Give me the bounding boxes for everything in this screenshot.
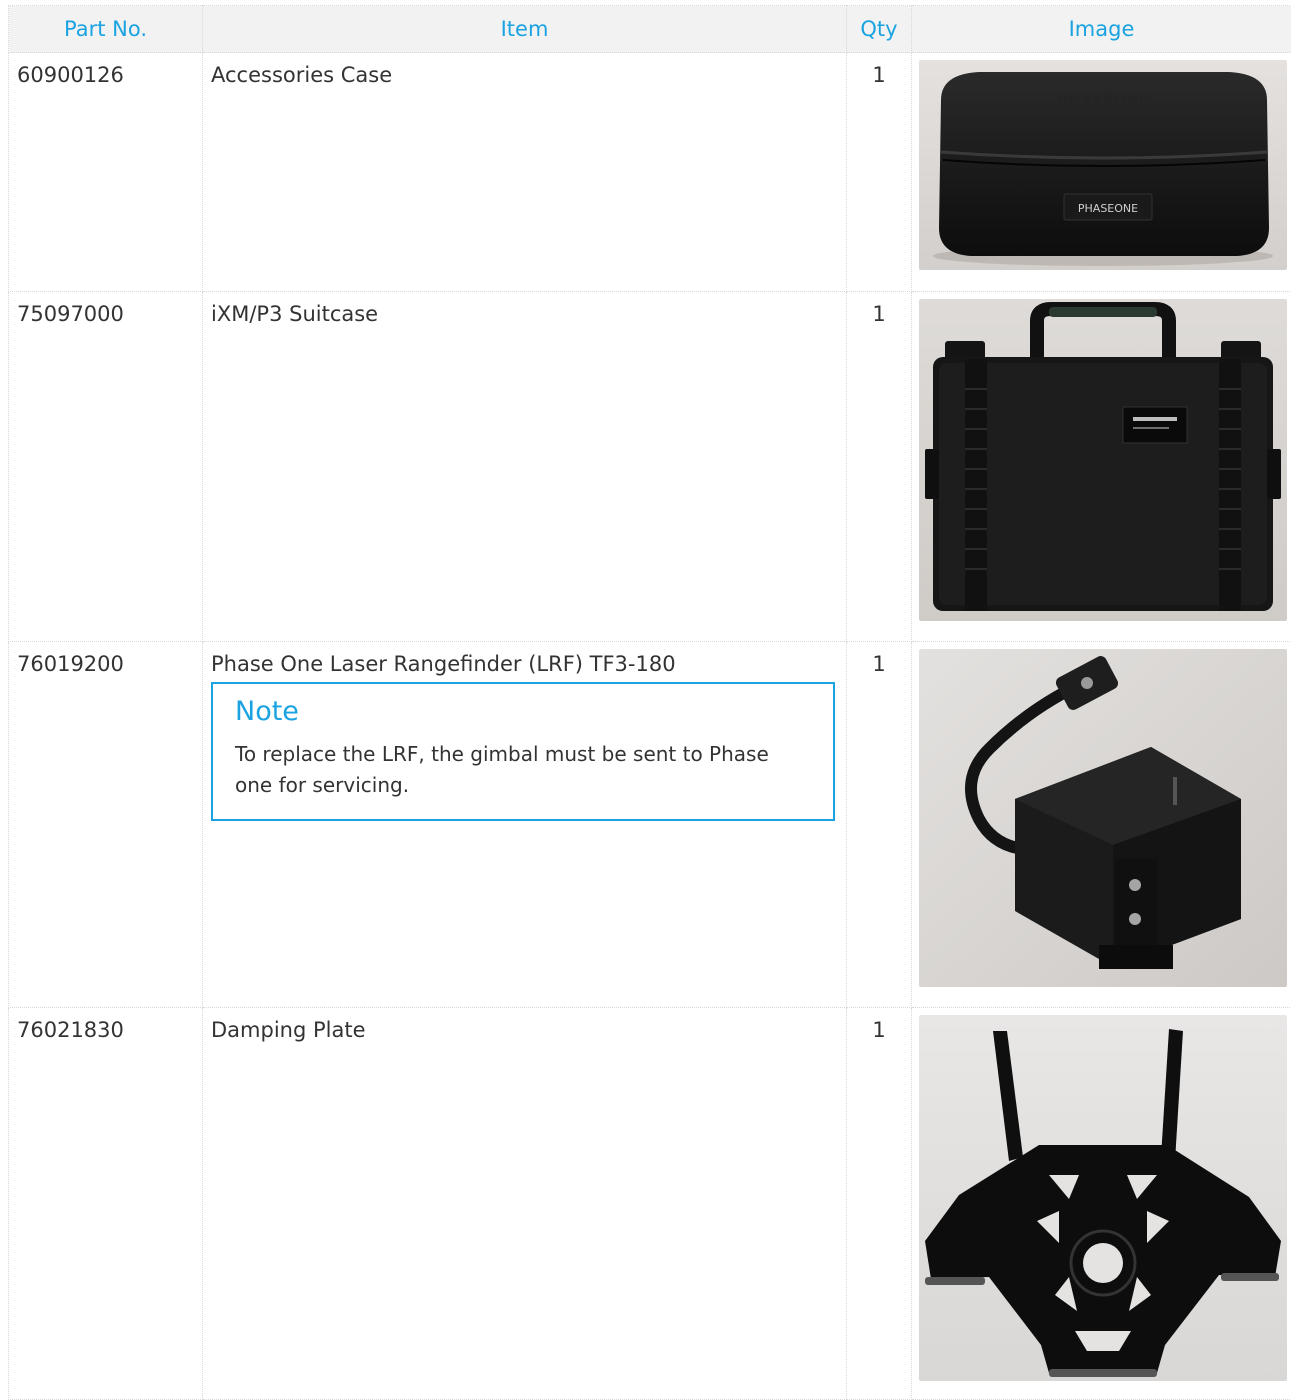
damping-plate-image	[919, 1015, 1287, 1381]
table-body: 60900126 Accessories Case 1	[9, 53, 1291, 1400]
table-row: 60900126 Accessories Case 1	[9, 53, 1291, 292]
accessories-case-image: PHASEONE PHASEONE	[919, 60, 1287, 270]
note-body: To replace the LRF, the gimbal must be s…	[235, 739, 811, 801]
qty-cell: 1	[847, 292, 912, 642]
item-cell: iXM/P3 Suitcase	[203, 292, 847, 642]
item-cell: Phase One Laser Rangefinder (LRF) TF3-18…	[203, 642, 847, 1008]
part-number-cell: 76021830	[9, 1008, 203, 1400]
image-cell	[912, 1008, 1291, 1400]
rangefinder-image	[919, 649, 1287, 987]
note-box: Note To replace the LRF, the gimbal must…	[211, 682, 835, 821]
part-number-cell: 75097000	[9, 292, 203, 642]
image-cell	[912, 292, 1291, 642]
table-row: 75097000 iXM/P3 Suitcase 1	[9, 292, 1291, 642]
header-row: Part No. Item Qty Image	[9, 6, 1291, 53]
note-title: Note	[235, 696, 811, 727]
case-logo-mark: PHASEONE	[1078, 202, 1138, 215]
table-row: 76021830 Damping Plate 1	[9, 1008, 1291, 1400]
part-number-cell: 60900126	[9, 53, 203, 292]
part-number-cell: 76019200	[9, 642, 203, 1008]
header-image: Image	[912, 6, 1291, 53]
table-header: Part No. Item Qty Image	[9, 6, 1291, 53]
accessories-case-photo: PHASEONE PHASEONE	[919, 60, 1287, 270]
item-cell: Accessories Case	[203, 53, 847, 292]
qty-cell: 1	[847, 53, 912, 292]
suitcase-photo	[919, 299, 1287, 621]
item-label: Phase One Laser Rangefinder (LRF) TF3-18…	[211, 652, 838, 676]
image-cell	[912, 642, 1291, 1008]
svg-text:PHASEONE: PHASEONE	[1057, 92, 1149, 110]
qty-cell: 1	[847, 642, 912, 1008]
header-qty: Qty	[847, 6, 912, 53]
parts-table: Part No. Item Qty Image 60900126 Accesso…	[8, 5, 1291, 1400]
table-row: 76019200 Phase One Laser Rangefinder (LR…	[9, 642, 1291, 1008]
rangefinder-photo	[919, 649, 1287, 987]
damping-plate-photo	[919, 1015, 1287, 1381]
item-cell: Damping Plate	[203, 1008, 847, 1400]
image-cell: PHASEONE PHASEONE	[912, 53, 1291, 292]
suitcase-image	[919, 299, 1287, 621]
header-item: Item	[203, 6, 847, 53]
header-part-no: Part No.	[9, 6, 203, 53]
qty-cell: 1	[847, 1008, 912, 1400]
